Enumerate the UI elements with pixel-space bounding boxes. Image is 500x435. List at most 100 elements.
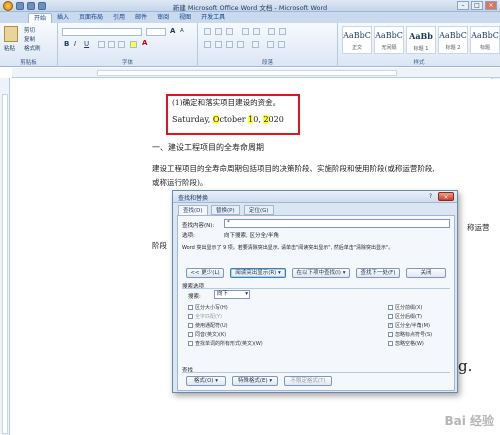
special-button[interactable]: 特殊格式(E) ▾ (232, 376, 278, 386)
show-marks-icon[interactable] (279, 28, 286, 35)
horizontal-ruler[interactable] (12, 68, 500, 78)
window-controls: – □ × (457, 1, 497, 10)
bold-button[interactable]: B (64, 40, 69, 48)
maximize-button[interactable]: □ (471, 1, 483, 10)
bullets-icon[interactable] (204, 28, 211, 35)
shrink-font-button[interactable]: A (180, 28, 184, 34)
search-direction-select[interactable]: 向下 ▾ (214, 290, 250, 299)
wildcards-checkbox[interactable]: 使用通配符(U) (188, 322, 228, 329)
tab-developer[interactable]: 开发工具 (196, 13, 230, 23)
subscript-icon[interactable] (108, 41, 115, 48)
tab-references[interactable]: 引用 (108, 13, 130, 23)
dialog-title-bar[interactable]: 查找和替换 ? × (173, 191, 457, 203)
title-bar: 新建 Microsoft Office Word 文档 - Microsoft … (0, 0, 500, 12)
shading-icon[interactable] (267, 41, 274, 48)
paste-button[interactable]: 粘贴 (4, 44, 15, 52)
style-title[interactable]: AaBbC 标题 (470, 26, 500, 54)
checkbox-box[interactable] (388, 305, 393, 310)
paste-icon[interactable] (4, 26, 18, 42)
line-spacing-icon[interactable] (252, 41, 259, 48)
format-button[interactable]: 格式(O) ▾ (186, 376, 226, 386)
align-right-icon[interactable] (226, 41, 233, 48)
section-heading: 一、建设工程项目的全寿命周期 (152, 143, 264, 152)
font-size-dropdown[interactable] (146, 28, 166, 36)
checkbox-box[interactable] (188, 305, 193, 310)
tab-home[interactable]: 开始 (28, 13, 53, 23)
checkbox-box[interactable] (388, 314, 393, 319)
match-width-checkbox[interactable]: ✓ 区分全/半角(M) (388, 322, 430, 329)
style-heading-1[interactable]: AaBb 标题 1 (406, 26, 436, 54)
ignore-whitespace-checkbox[interactable]: 忽略空格(W) (388, 340, 424, 347)
tab-replace[interactable]: 替换(P) (211, 205, 240, 215)
close-button[interactable]: 关闭 (406, 268, 446, 278)
find-what-input[interactable]: * (224, 219, 450, 228)
strikethrough-icon[interactable] (98, 41, 105, 48)
borders-icon[interactable] (278, 41, 285, 48)
format-painter-button[interactable]: 格式刷 (24, 44, 41, 52)
sort-icon[interactable] (268, 28, 275, 35)
find-next-button[interactable]: 查找下一处(F) (356, 268, 400, 278)
ribbon-tabs: 开始 插入 页面布局 引用 邮件 审阅 视图 开发工具 (0, 12, 500, 23)
close-window-button[interactable]: × (485, 1, 497, 10)
reading-highlight-button[interactable]: 阅读突出显示(R) ▾ (230, 268, 286, 278)
vertical-ruler[interactable] (0, 78, 10, 435)
no-formatting-button[interactable]: 不限定格式(T) (284, 376, 332, 386)
justify-icon[interactable] (237, 41, 244, 48)
style-name: 标题 1 (413, 46, 429, 52)
numbering-icon[interactable] (215, 28, 222, 35)
decrease-indent-icon[interactable] (242, 28, 249, 35)
minimize-button[interactable]: – (457, 1, 469, 10)
style-heading-2[interactable]: AaBbC 标题 2 (438, 26, 468, 54)
all-word-forms-checkbox[interactable]: 查找单词的所有形式(英文)(W) (188, 340, 263, 347)
checkbox-box[interactable] (388, 341, 393, 346)
align-center-icon[interactable] (215, 41, 222, 48)
highlight-color-icon[interactable] (130, 41, 137, 48)
checkbox-label: 使用通配符(U) (195, 323, 228, 329)
whole-word-checkbox[interactable]: 全字匹配(Y) (188, 313, 222, 320)
font-name-dropdown[interactable] (62, 28, 142, 36)
checkbox-box[interactable] (388, 332, 393, 337)
tab-insert[interactable]: 插入 (52, 13, 74, 23)
font-color-button[interactable]: A (142, 39, 147, 47)
body-fragment-large: g. (458, 357, 473, 375)
superscript-icon[interactable] (118, 41, 125, 48)
tab-mailings[interactable]: 邮件 (130, 13, 152, 23)
tab-view[interactable]: 视图 (174, 13, 196, 23)
checkbox-label: 区分全/半角(M) (395, 323, 430, 329)
tab-goto[interactable]: 定位(G) (244, 205, 274, 215)
checkbox-box[interactable] (188, 332, 193, 337)
ignore-punctuation-checkbox[interactable]: 忽略标点符号(S) (388, 331, 432, 338)
red-annotation-box (166, 94, 300, 135)
ruler-text-area (97, 70, 397, 76)
dialog-close-button[interactable]: × (438, 192, 454, 201)
align-left-icon[interactable] (204, 41, 211, 48)
checkbox-box[interactable] (188, 323, 193, 328)
italic-button[interactable]: I (74, 40, 76, 48)
help-icon[interactable]: ? (426, 193, 435, 201)
less-button[interactable]: << 更少(L) (186, 268, 224, 278)
multilevel-list-icon[interactable] (226, 28, 233, 35)
style-normal[interactable]: AaBbC 正文 (342, 26, 372, 54)
tab-review[interactable]: 审阅 (152, 13, 174, 23)
match-suffix-checkbox[interactable]: 区分后缀(T) (388, 313, 422, 320)
sounds-like-checkbox[interactable]: 同音(英文)(K) (188, 331, 226, 338)
tab-page-layout[interactable]: 页面布局 (74, 13, 108, 23)
checkbox-box[interactable]: ✓ (388, 323, 393, 328)
copy-button[interactable]: 复制 (24, 35, 35, 43)
checkbox-box[interactable] (188, 314, 193, 319)
body-line-2: 或称运行阶段)。 (152, 178, 208, 187)
checkbox-box[interactable] (188, 341, 193, 346)
underline-button[interactable]: U (84, 40, 89, 48)
increase-indent-icon[interactable] (253, 28, 260, 35)
style-preview: AaBbC (439, 31, 467, 40)
cut-button[interactable]: 剪切 (24, 26, 35, 34)
style-no-spacing[interactable]: AaBbC 无间隔 (374, 26, 404, 54)
style-name: 无间隔 (381, 45, 397, 51)
watermark: Bai 经验 (444, 414, 494, 428)
highlight-message: Word 突出显示了 9 项。若要清除突出显示, 请单击"阅读突出显示", 然后… (182, 245, 394, 251)
checkbox-label: 查找单词的所有形式(英文)(W) (195, 341, 263, 347)
grow-font-button[interactable]: A (170, 27, 175, 35)
find-in-button[interactable]: 在以下项中查找(I) ▾ (292, 268, 350, 278)
match-prefix-checkbox[interactable]: 区分前缀(X) (388, 304, 422, 311)
match-case-checkbox[interactable]: 区分大小写(H) (188, 304, 228, 311)
